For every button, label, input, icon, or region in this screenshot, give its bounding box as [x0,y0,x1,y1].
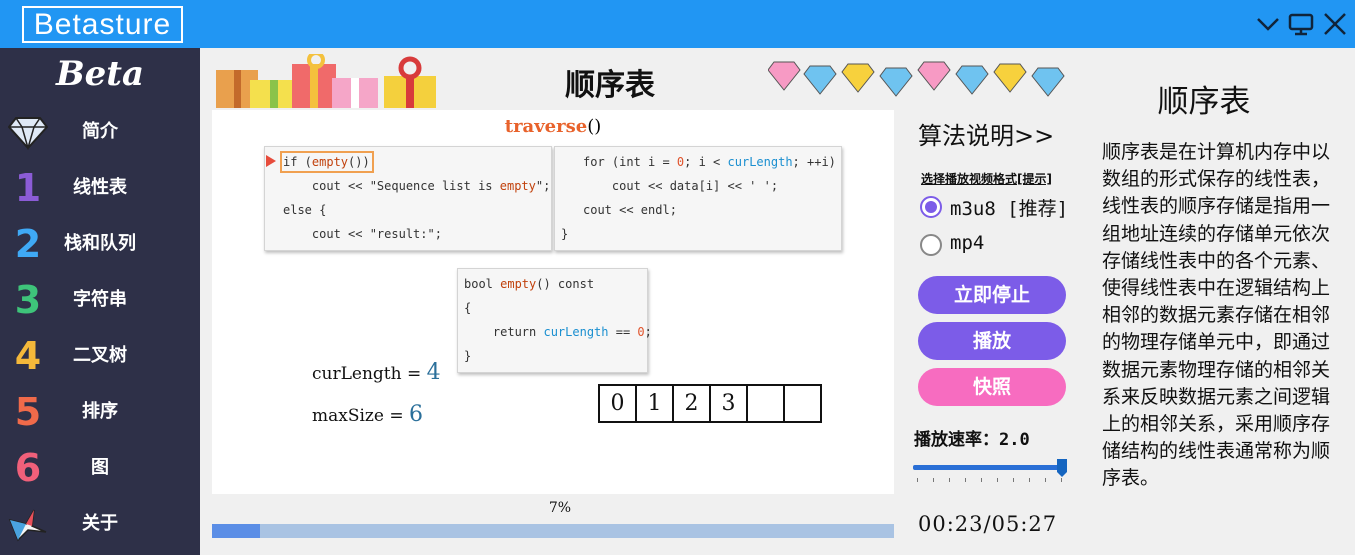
close-icon[interactable] [1321,10,1349,38]
format-label-mp4: mp4 [950,232,985,254]
slider-tick [933,478,934,482]
code-line: } [561,227,569,241]
slider-tick [949,478,950,482]
variable-name: curLength = [312,364,427,384]
format-radio-m3u8[interactable] [920,196,942,218]
slider-tick [965,478,966,482]
number-6-icon: 6 [14,446,42,490]
variable-value: 4 [426,360,441,385]
variable-value: 6 [409,402,423,427]
sidebar-item-intro[interactable]: 简介 [0,106,200,158]
slider-tick [1029,478,1030,482]
code-block-main-left: if (empty()) cout << "Sequence list is e… [264,146,552,251]
code-line: } [464,349,472,363]
code-line: bool empty() const [464,277,595,291]
speed-slider-thumb[interactable] [1057,459,1067,477]
sidebar-item-sort[interactable]: 5 排序 [0,386,200,438]
speed-slider[interactable] [913,465,1065,470]
code-line: if (empty()) [283,155,370,169]
array-view: 0 1 2 3 [598,384,822,423]
code-line: return curLength == 0; [464,325,652,339]
sidebar-item-label: 图 [91,457,109,478]
code-block-main-right: for (int i = 0; i < curLength; ++i) cout… [554,146,842,251]
array-cell: 3 [709,384,748,423]
sidebar-item-label: 字符串 [73,289,127,310]
speed-slider-fill [913,465,1065,470]
sidebar-item-binary-tree[interactable]: 4 二叉树 [0,330,200,382]
variable-name: maxSize = [312,406,409,426]
array-cell [783,384,822,423]
slider-tick [1061,478,1062,482]
code-line: { [464,301,472,315]
sidebar-brand: Beta [55,54,145,94]
sidebar-item-stack-queue[interactable]: 2 栈和队列 [0,218,200,270]
stop-button[interactable]: 立即停止 [918,276,1066,314]
snapshot-button[interactable]: 快照 [918,368,1066,406]
gift-boxes-illustration [216,54,436,108]
function-title: traverse() [212,116,894,137]
monitor-icon[interactable] [1287,10,1315,38]
sidebar-item-string[interactable]: 3 字符串 [0,274,200,326]
description-title: 顺序表 [1157,84,1251,120]
sidebar-item-label: 简介 [82,121,118,142]
app-logo: Betasture [22,6,183,43]
number-1-icon: 1 [14,166,42,210]
format-label-m3u8: m3u8 [推荐] [950,198,1069,220]
page-title: 顺序表 [565,68,655,103]
diamond-icon [8,110,48,154]
code-line: cout << endl; [583,203,677,217]
sidebar: Beta 简介 1 线性表 2 栈和队列 3 字符串 4 二叉树 5 排序 6 … [0,48,200,555]
sidebar-item-linear-list[interactable]: 1 线性表 [0,162,200,214]
array-cell [746,384,785,423]
sidebar-item-label: 二叉树 [73,345,127,366]
number-2-icon: 2 [14,222,42,266]
sidebar-item-graph[interactable]: 6 图 [0,442,200,494]
function-parens: () [587,116,602,137]
number-4-icon: 4 [14,334,42,378]
slider-tick [1013,478,1014,482]
sidebar-item-about[interactable]: 关于 [0,498,200,550]
number-3-icon: 3 [14,278,42,322]
progress-bar[interactable] [212,524,894,538]
current-line-pointer-icon [266,155,276,167]
code-line: for (int i = 0; i < curLength; ++i) [583,155,836,169]
sidebar-item-label: 线性表 [73,177,127,198]
code-line: cout << "result:"; [283,227,442,241]
code-block-empty-fn: bool empty() const { return curLength ==… [457,268,652,373]
slider-tick [917,478,918,482]
format-radio-mp4[interactable] [920,234,942,256]
playback-speed-label: 播放速率：2.0 [914,430,1030,450]
code-line: else { [283,203,327,217]
progress-percent: 7% [548,500,572,516]
slider-tick [1045,478,1046,482]
play-button[interactable]: 播放 [918,322,1066,360]
algorithm-explanation-link[interactable]: 算法说明>> [918,116,1054,151]
variable-maxsize: maxSize = 6 [312,402,423,427]
sidebar-item-label: 栈和队列 [64,233,136,254]
title-bar: Betasture [0,0,1355,48]
array-cell: 2 [672,384,711,423]
diamonds-illustration [768,61,1065,97]
variable-curlength: curLength = 4 [312,360,441,385]
video-format-caption[interactable]: 选择播放视频格式[提示] [921,170,1052,187]
visualization-canvas: traverse() if (empty()) cout << "Sequenc… [212,110,894,494]
description-body: 顺序表是在计算机内存中以数组的形式保存的线性表，线性表的顺序存储是指用一组地址连… [1102,141,1331,490]
sidebar-item-label: 关于 [82,513,118,534]
array-cell: 1 [635,384,674,423]
slider-tick [981,478,982,482]
chevron-down-icon[interactable] [1254,10,1282,38]
origami-bird-icon [8,502,48,546]
code-line: cout << "Sequence list is empty"; [283,179,551,193]
progress-fill [212,524,260,538]
code-line: cout << data[i] << ' '; [583,179,779,193]
function-name: traverse [504,116,588,137]
playback-time: 00:23/05:27 [918,512,1058,536]
slider-tick [997,478,998,482]
array-cell: 0 [598,384,637,423]
sidebar-item-label: 排序 [82,401,118,422]
number-5-icon: 5 [14,390,42,434]
